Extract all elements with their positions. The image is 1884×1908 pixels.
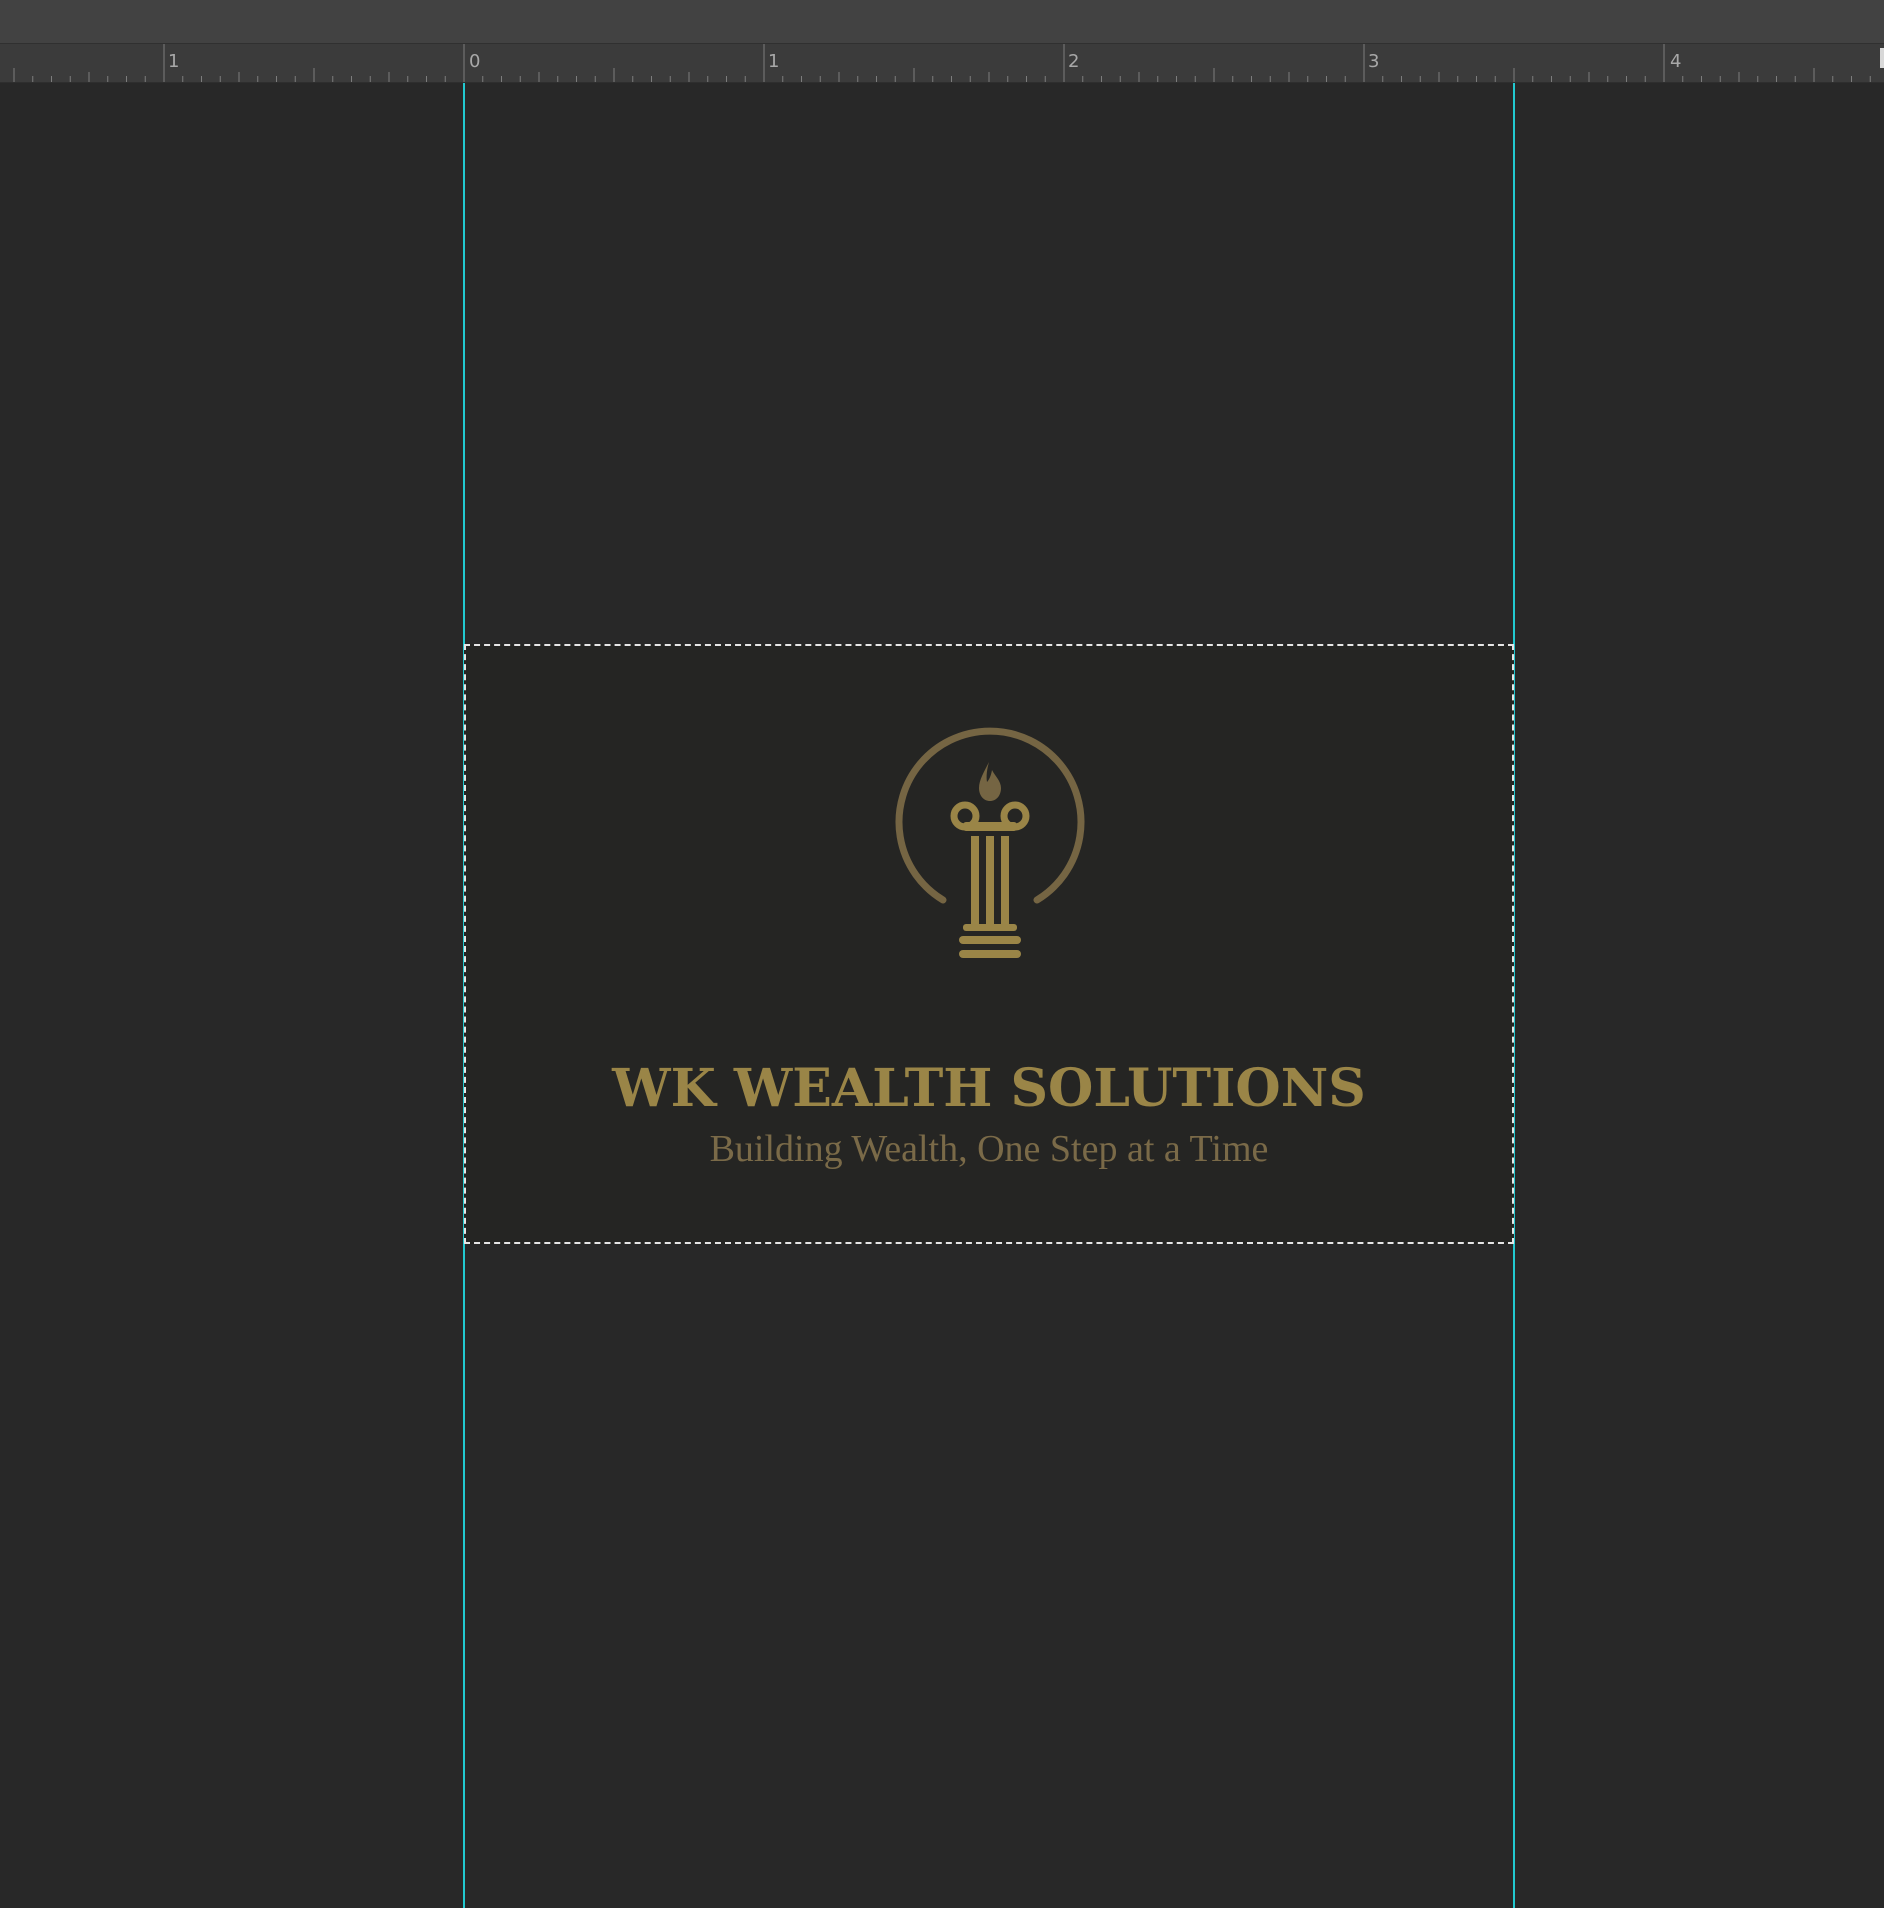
ruler-label-2: 2 bbox=[1068, 51, 1080, 72]
ruler-label-neg-1: 1 bbox=[168, 51, 180, 72]
ruler-label-0: 0 bbox=[469, 51, 481, 72]
design-app-window: 1 0 1 2 3 4 WK WEALTH SOLUTIONS Building… bbox=[0, 0, 1884, 1908]
ruler-end-marker bbox=[1880, 48, 1884, 68]
ruler-label-3: 3 bbox=[1368, 51, 1380, 72]
horizontal-ruler[interactable]: 1 0 1 2 3 4 bbox=[0, 44, 1884, 83]
selection-marquee[interactable] bbox=[464, 644, 1514, 1244]
ruler-ticks bbox=[13, 44, 1871, 82]
options-bar bbox=[0, 0, 1884, 44]
ruler-label-1: 1 bbox=[768, 51, 780, 72]
ruler-label-4: 4 bbox=[1670, 51, 1682, 72]
